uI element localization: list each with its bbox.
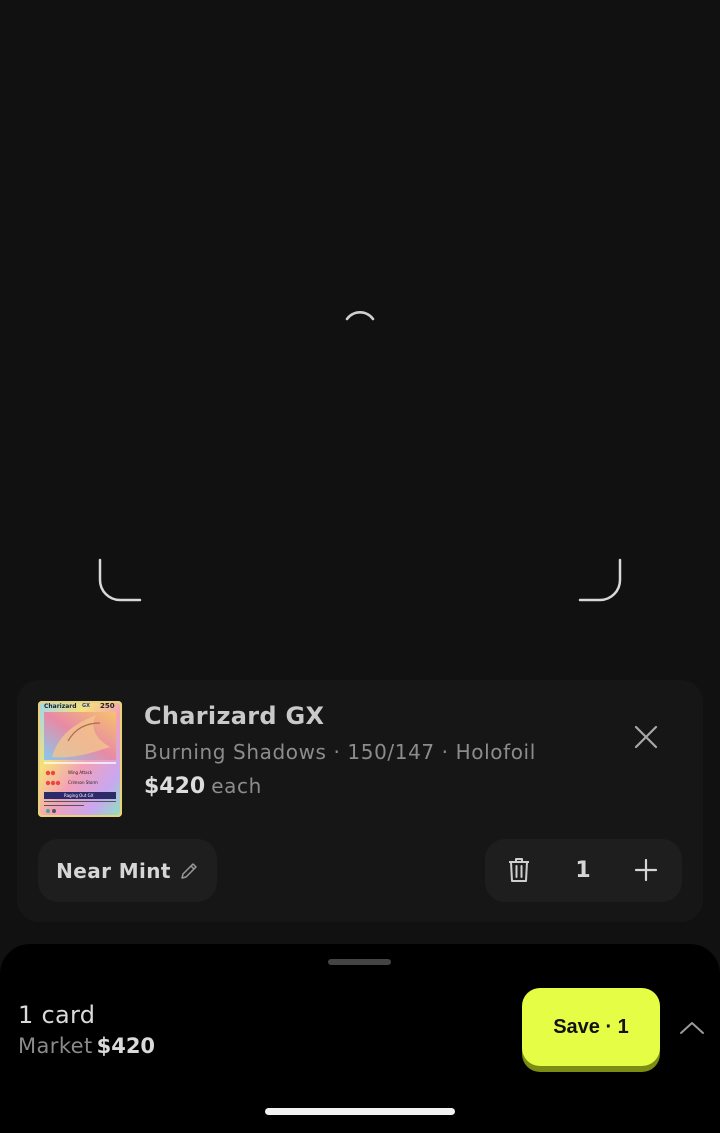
market-total: Market $420: [18, 1034, 155, 1058]
save-button[interactable]: Save · 1: [522, 988, 660, 1066]
thumb-hp: 250: [100, 702, 115, 710]
quantity-value: 1: [575, 858, 591, 883]
remove-card-button[interactable]: [629, 720, 663, 754]
scan-frame-corner-bottom-left: [98, 558, 142, 602]
spinner-icon: [345, 311, 375, 321]
scanned-card-item: Charizard GX 250 Wing Attack Crimson Sto…: [17, 680, 703, 922]
delete-button[interactable]: [503, 854, 535, 886]
thumb-attack-2: Crimson Storm: [68, 780, 98, 785]
thumb-card-name: Charizard: [44, 703, 77, 710]
chevron-up-icon: [680, 1022, 704, 1034]
sheet-drag-handle[interactable]: [328, 959, 391, 965]
expand-sheet-button[interactable]: [678, 1014, 706, 1042]
quantity-stepper: 1: [485, 839, 682, 902]
condition-button[interactable]: Near Mint: [38, 839, 217, 902]
card-count: 1 card: [18, 1001, 96, 1029]
market-value: $420: [96, 1034, 156, 1058]
thumb-gx-tag: GX: [82, 703, 90, 709]
card-details: Burning Shadows · 150/147 · Holofoil: [144, 740, 536, 764]
card-price-unit: each: [211, 774, 262, 798]
summary-bottom-sheet: 1 card Market $420 Save · 1: [0, 944, 720, 1133]
thumb-gx-attack: Raging Out GX: [64, 793, 94, 798]
trash-icon: [509, 858, 529, 882]
increment-button[interactable]: [630, 854, 662, 886]
scan-frame-corner-bottom-right: [578, 558, 622, 602]
home-indicator[interactable]: [265, 1108, 455, 1115]
card-price: $420: [144, 774, 206, 799]
card-thumbnail[interactable]: Charizard GX 250 Wing Attack Crimson Sto…: [38, 701, 122, 817]
condition-label: Near Mint: [56, 858, 171, 883]
close-icon: [634, 725, 658, 749]
pencil-icon: [181, 862, 197, 879]
camera-viewfinder: [0, 0, 720, 680]
card-artwork: [38, 701, 122, 817]
plus-icon: [634, 858, 658, 882]
thumb-attack-1: Wing Attack: [68, 770, 93, 775]
card-price-row: $420 each: [144, 774, 262, 799]
card-name: Charizard GX: [144, 702, 325, 730]
market-label: Market: [18, 1034, 93, 1058]
